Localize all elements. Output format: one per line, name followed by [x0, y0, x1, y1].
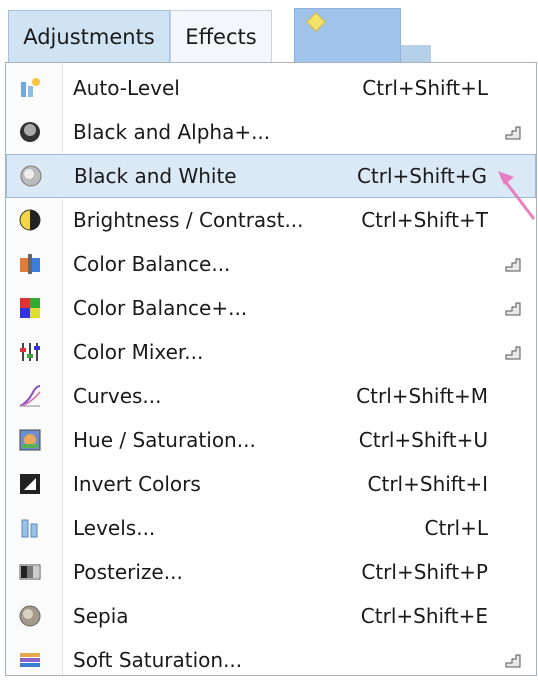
image-tab-thumbnail-2[interactable]	[401, 45, 431, 63]
black-white-icon	[19, 164, 43, 188]
menu-item-label: Invert Colors	[73, 472, 201, 496]
menu-item-color-mixer[interactable]: Color Mixer...	[6, 330, 536, 374]
tab-adjustments[interactable]: Adjustments	[8, 10, 170, 62]
pointer-arrow-icon	[498, 171, 536, 220]
menu-item-label: Levels...	[73, 516, 156, 540]
menu-item-label: Brightness / Contrast...	[73, 208, 304, 232]
posterize-icon	[18, 560, 42, 584]
image-tab-thumbnail[interactable]	[294, 8, 401, 63]
plugin-icon	[504, 651, 522, 669]
menu-item-label: Color Mixer...	[73, 340, 204, 364]
brightness-contrast-icon	[18, 208, 42, 232]
menu-item-shortcut: Ctrl+Shift+P	[361, 560, 488, 584]
menu-item-shortcut: Ctrl+Shift+L	[362, 76, 488, 100]
menu-item-label: Soft Saturation...	[73, 648, 243, 672]
menu-item-shortcut: Ctrl+Shift+E	[360, 604, 488, 628]
menu-item-hue-saturation[interactable]: Hue / Saturation... Ctrl+Shift+U	[6, 418, 536, 462]
menu-item-color-balance-plus[interactable]: Color Balance+...	[6, 286, 536, 330]
levels-icon	[18, 516, 42, 540]
menu-item-brightness-contrast[interactable]: Brightness / Contrast... Ctrl+Shift+T	[6, 198, 536, 242]
black-alpha-icon	[18, 120, 42, 144]
menu-item-label: Color Balance...	[73, 252, 231, 276]
menu-item-auto-level[interactable]: Auto-Level Ctrl+Shift+L	[6, 66, 536, 110]
menu-item-shortcut: Ctrl+Shift+G	[356, 164, 487, 188]
menu-item-label: Auto-Level	[73, 76, 180, 100]
menu-item-sepia[interactable]: Sepia Ctrl+Shift+E	[6, 594, 536, 638]
star-icon	[306, 12, 326, 32]
plugin-icon	[504, 123, 522, 141]
menu-item-shortcut: Ctrl+Shift+M	[356, 384, 488, 408]
adjustments-menu: Auto-Level Ctrl+Shift+L Black and Alpha+…	[5, 62, 537, 676]
plugin-icon	[504, 299, 522, 317]
menu-item-curves[interactable]: Curves... Ctrl+Shift+M	[6, 374, 536, 418]
hue-saturation-icon	[18, 428, 42, 452]
menu-item-label: Sepia	[73, 604, 129, 628]
color-balance-plus-icon	[18, 296, 42, 320]
menu-item-label: Black and White	[74, 164, 237, 188]
invert-colors-icon	[18, 472, 42, 496]
color-balance-icon	[18, 252, 42, 276]
menu-item-color-balance[interactable]: Color Balance...	[6, 242, 536, 286]
menu-item-posterize[interactable]: Posterize... Ctrl+Shift+P	[6, 550, 536, 594]
menu-item-shortcut: Ctrl+Shift+I	[367, 472, 488, 496]
plugin-icon	[504, 343, 522, 361]
menu-bar: Adjustments Effects	[0, 0, 538, 63]
menu-item-black-and-white[interactable]: Black and White Ctrl+Shift+G	[6, 154, 536, 198]
sepia-icon	[18, 604, 42, 628]
menu-item-label: Black and Alpha+...	[73, 120, 271, 144]
tab-effects[interactable]: Effects	[170, 10, 272, 62]
menu-item-shortcut: Ctrl+Shift+U	[358, 428, 488, 452]
menu-item-invert-colors[interactable]: Invert Colors Ctrl+Shift+I	[6, 462, 536, 506]
menu-item-label: Hue / Saturation...	[73, 428, 256, 452]
soft-saturation-icon	[18, 648, 42, 672]
menu-item-levels[interactable]: Levels... Ctrl+L	[6, 506, 536, 550]
plugin-icon	[504, 255, 522, 273]
menu-item-soft-saturation[interactable]: Soft Saturation...	[6, 638, 536, 682]
menu-item-label: Curves...	[73, 384, 162, 408]
menu-item-label: Color Balance+...	[73, 296, 248, 320]
menu-item-black-and-alpha[interactable]: Black and Alpha+...	[6, 110, 536, 154]
auto-level-icon	[18, 76, 42, 100]
color-mixer-icon	[18, 340, 42, 364]
curves-icon	[18, 384, 42, 408]
menu-item-shortcut: Ctrl+Shift+T	[361, 208, 488, 232]
menu-item-label: Posterize...	[73, 560, 183, 584]
menu-item-shortcut: Ctrl+L	[424, 516, 489, 540]
